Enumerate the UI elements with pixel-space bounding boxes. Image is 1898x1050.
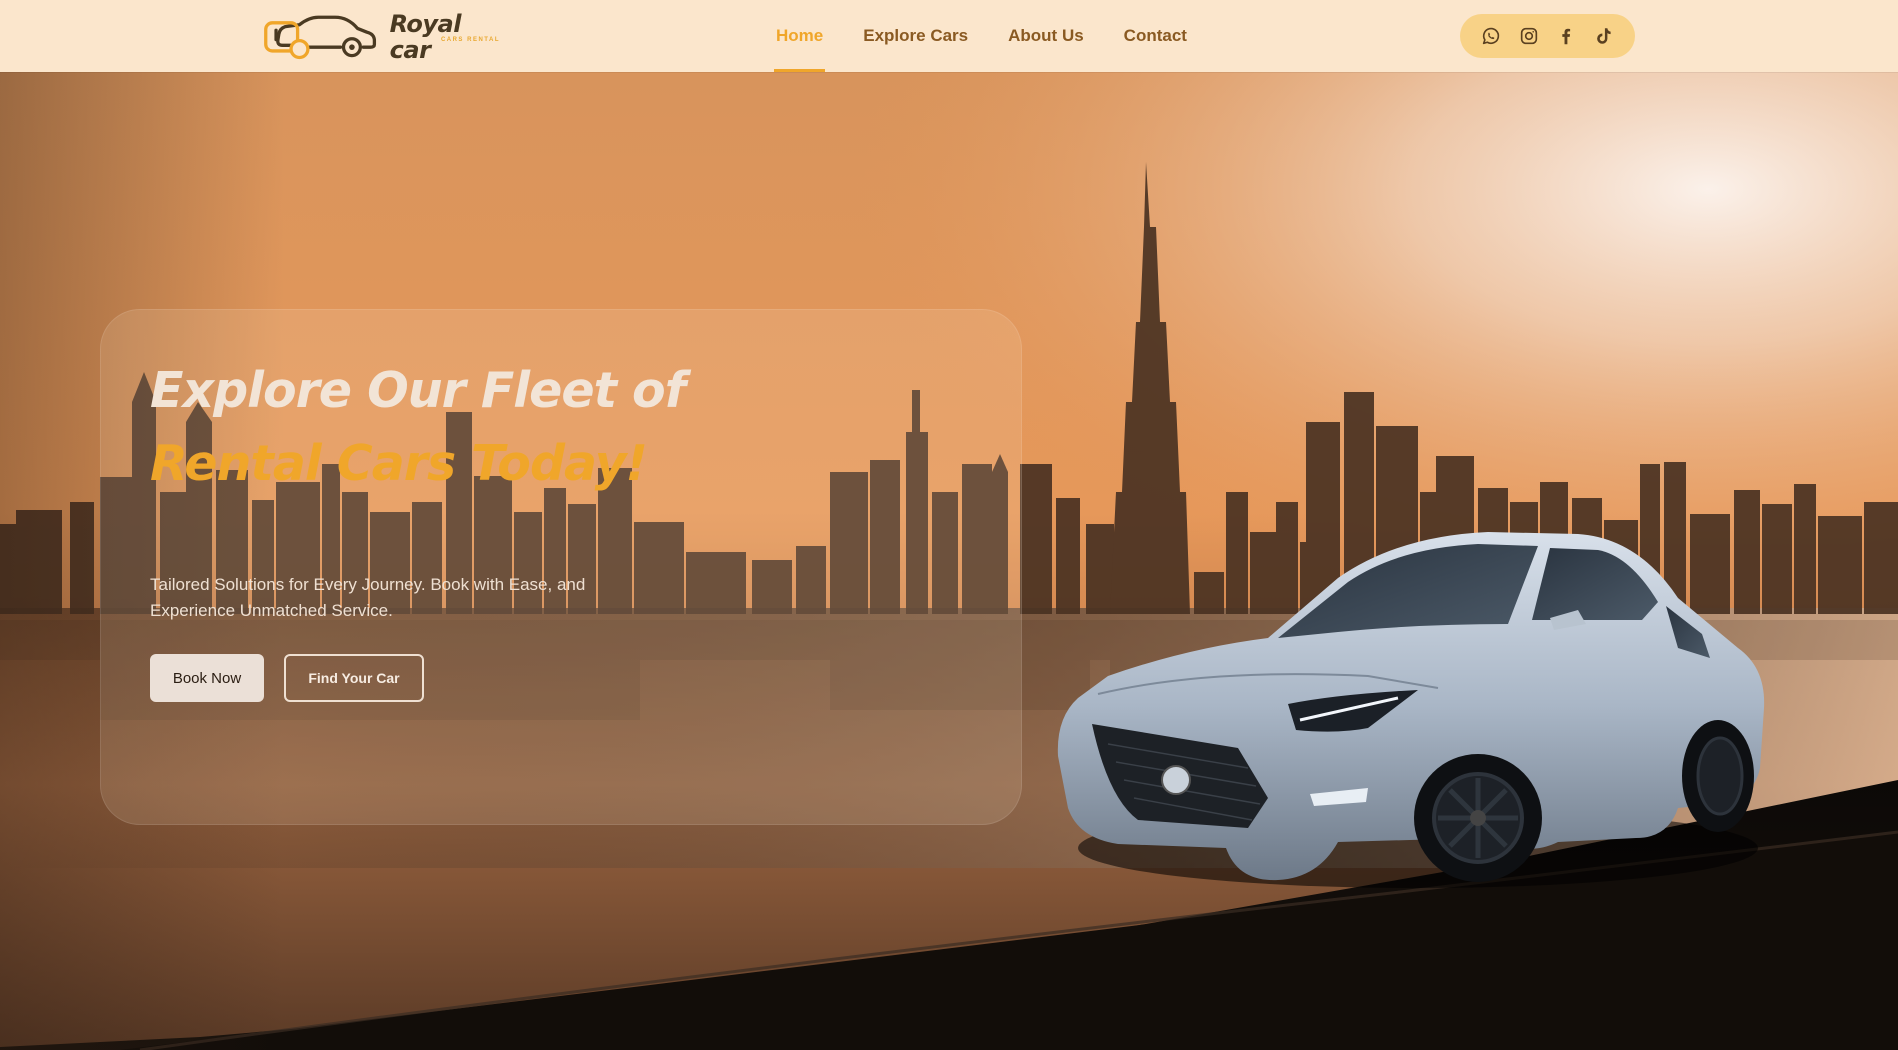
brand-logo[interactable]: Royal car CARS RENTAL — [262, 10, 502, 63]
hero-title-line2: Rental Cars Today! — [150, 435, 648, 492]
hero-subtitle: Tailored Solutions for Every Journey. Bo… — [150, 575, 586, 620]
find-your-car-button[interactable]: Find Your Car — [284, 654, 424, 702]
main-nav: Home Explore Cars About Us Contact — [773, 0, 1227, 72]
brand-tagline: CARS RENTAL — [440, 37, 500, 43]
sports-car-image — [1057, 532, 1765, 888]
nav-home[interactable]: Home — [773, 0, 826, 72]
hero-title: Explore Our Fleet of Rental Cars Today! — [150, 354, 686, 500]
instagram-icon[interactable] — [1517, 24, 1541, 48]
tiktok-icon[interactable] — [1592, 24, 1616, 48]
whatsapp-icon[interactable] — [1479, 24, 1503, 48]
social-links — [1460, 14, 1635, 58]
nav-explore-cars[interactable]: Explore Cars — [863, 0, 968, 72]
top-navbar: Royal car CARS RENTAL Home Explore Cars … — [0, 0, 1898, 72]
nav-contact[interactable]: Contact — [1124, 0, 1187, 72]
facebook-icon[interactable] — [1554, 24, 1578, 48]
nav-about-us[interactable]: About Us — [1008, 0, 1084, 72]
book-now-button[interactable]: Book Now — [150, 654, 264, 702]
hero-title-line1: Explore Our Fleet of — [150, 362, 686, 419]
car-logo-icon — [264, 15, 377, 60]
